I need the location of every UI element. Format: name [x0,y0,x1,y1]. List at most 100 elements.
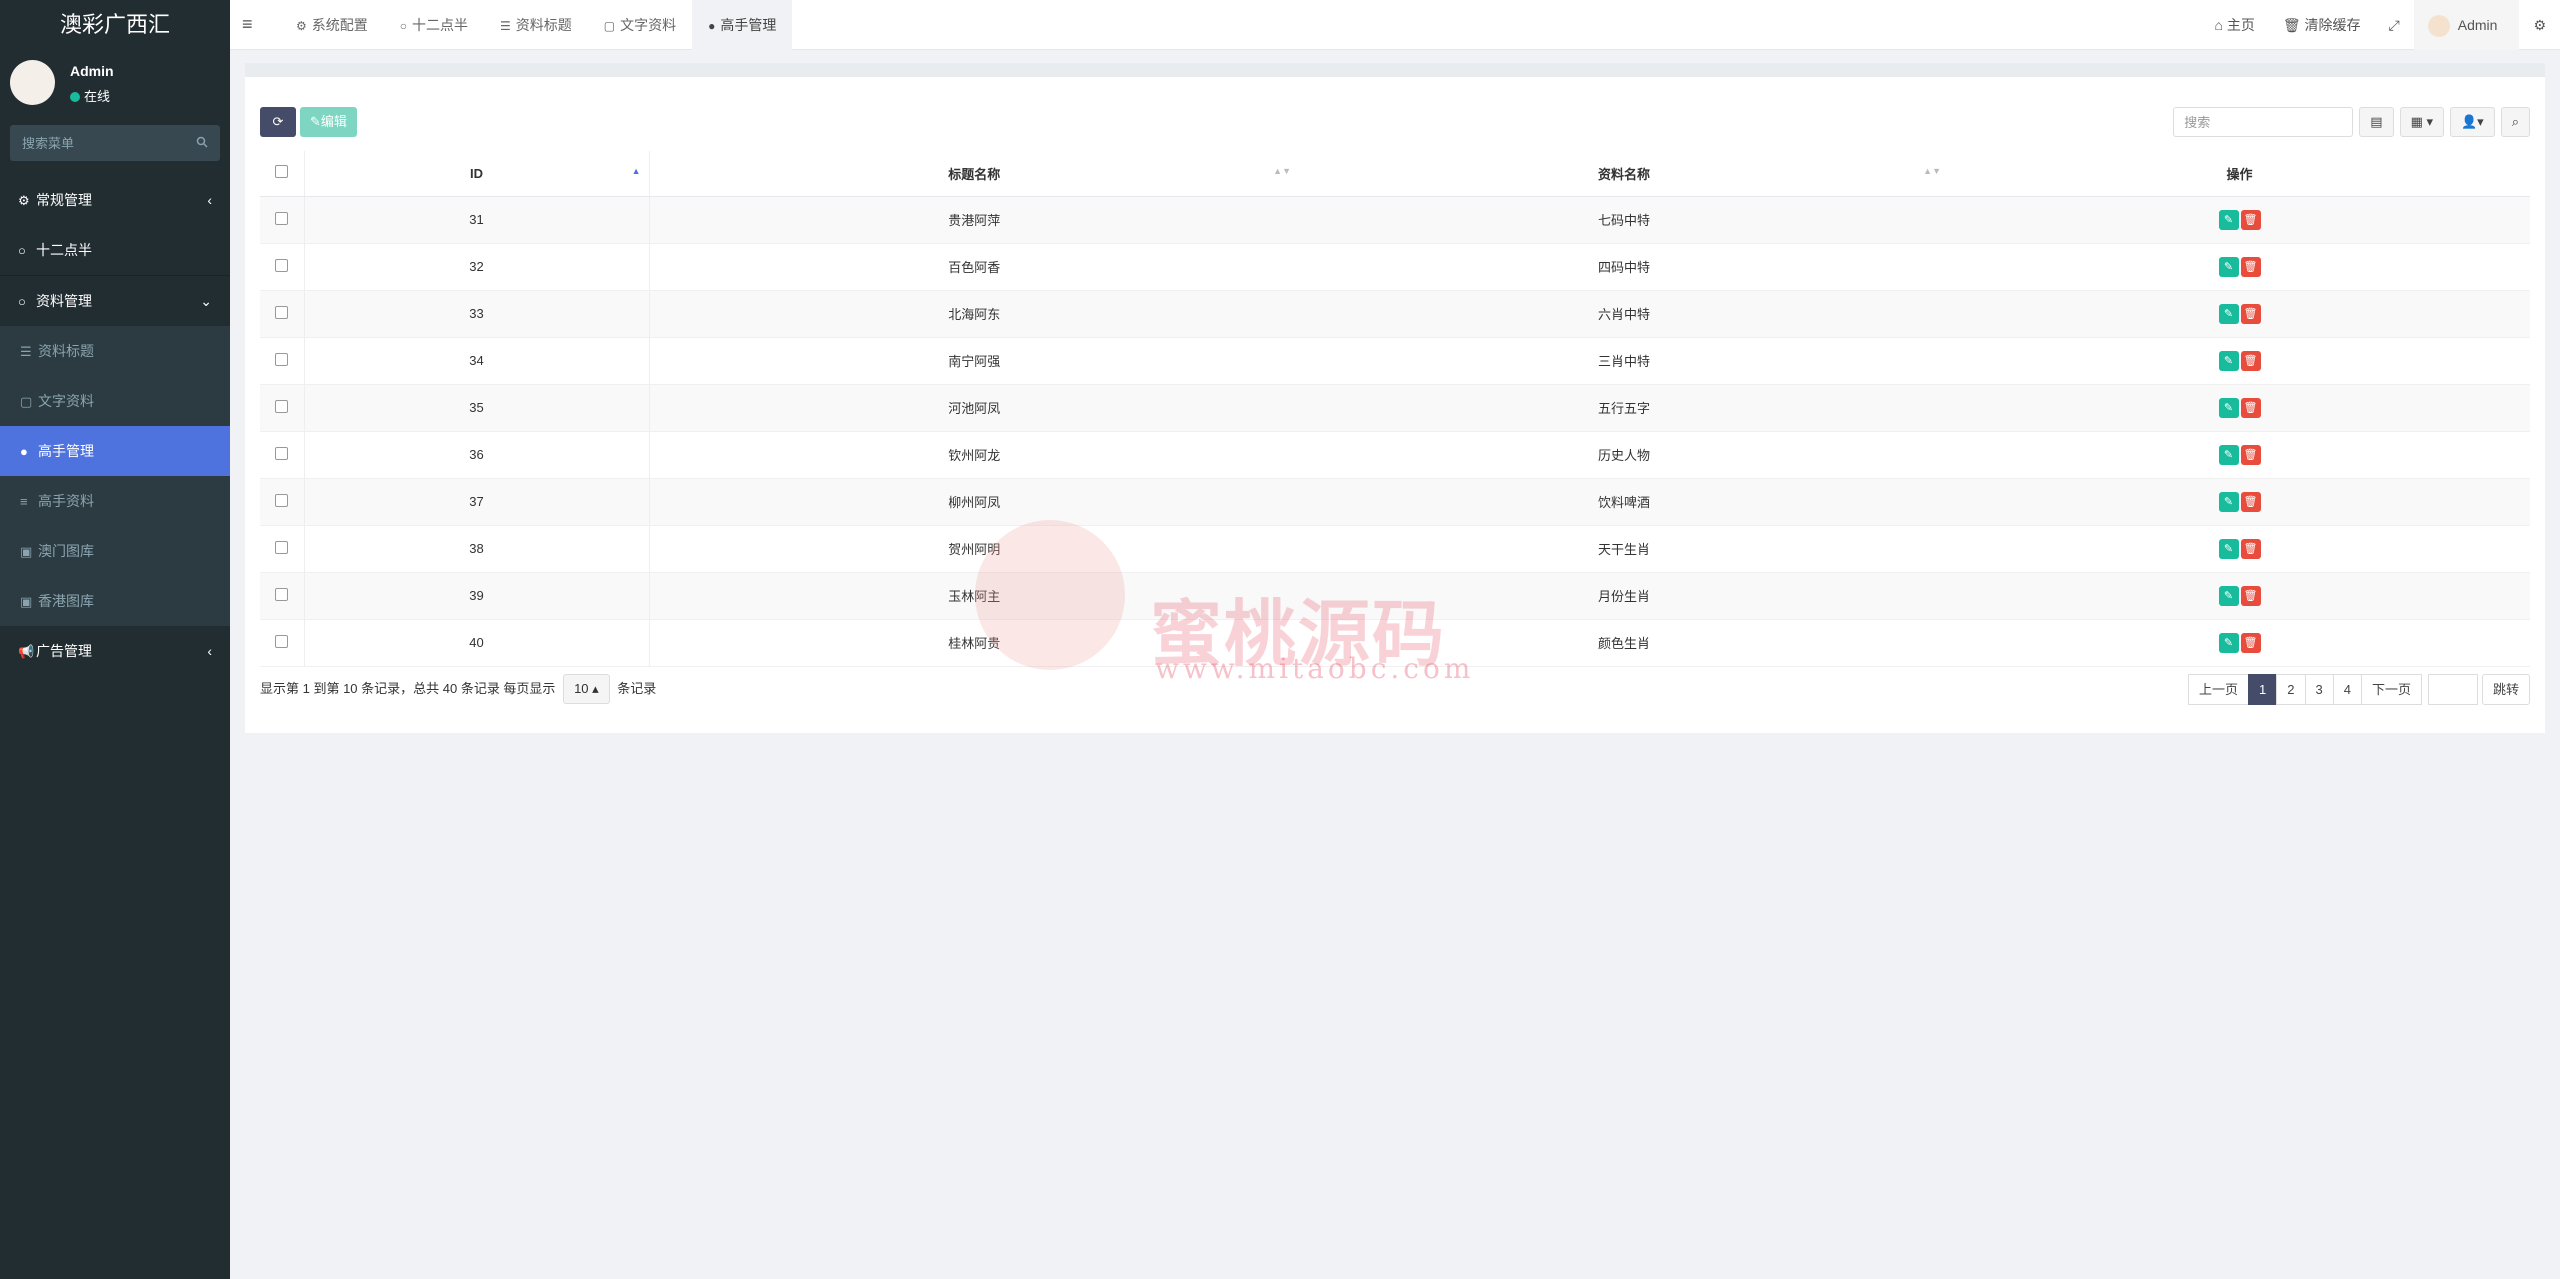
select-all-checkbox[interactable] [275,165,289,179]
admin-menu[interactable]: Admin [2413,0,2520,50]
tab-system-config[interactable]: ⚙ 系统配置 [280,0,384,50]
tab-twelve-half[interactable]: ○ 十二点半 [384,0,484,50]
avatar [2427,15,2450,38]
home-link[interactable]: ⌂ 主页 [2201,0,2269,50]
user-icon: ● [708,19,716,33]
menu-toggle-icon[interactable]: ≡ [242,14,253,35]
page-1-button[interactable]: 1 [2248,674,2278,705]
table-search-input[interactable] [2173,107,2354,137]
cell-id: 37 [304,478,650,526]
clear-cache-button[interactable]: 🗑 清除缓存 [2269,0,2375,50]
table-row[interactable]: 35 河池阿凤 五行五字 ✎ 🗑 [260,384,2530,432]
top-header: ≡ ⚙ 系统配置 ○ 十二点半 ☰ 资料标题 ▢ 文字资料 ● 高手管理 ⌂ 主页 🗑 清… [230,0,2560,50]
table-row[interactable]: 31 贵港阿萍 七码中特 ✎ 🗑 [260,196,2530,244]
menu-search-input[interactable] [10,125,220,161]
sidebar-item-general[interactable]: ⚙ 常规管理 ‹ [0,175,230,225]
row-edit-button[interactable]: ✎ [2218,397,2239,418]
row-checkbox[interactable] [275,399,289,413]
jump-button[interactable]: 跳转 [2481,674,2530,705]
jump-page-input[interactable] [2427,674,2478,705]
sidebar-item-data-title[interactable]: ☰ 资料标题 [0,326,230,376]
sidebar-item-expert-data[interactable]: ≡ 高手资料 [0,476,230,526]
page-size-select[interactable]: 10 ▴ [563,674,610,704]
row-delete-button[interactable]: 🗑 [2240,585,2261,606]
cell-id: 39 [304,572,650,620]
row-checkbox[interactable] [275,540,289,554]
next-page-button[interactable]: 下一页 [2360,674,2422,705]
row-delete-button[interactable]: 🗑 [2240,444,2261,465]
sidebar-item-hk-gallery[interactable]: ▣ 香港图库 [0,576,230,626]
row-checkbox[interactable] [275,258,289,272]
table-row[interactable]: 36 钦州阿龙 历史人物 ✎ 🗑 [260,431,2530,479]
tab-expert-management[interactable]: ● 高手管理 [692,0,793,50]
sort-asc-icon: ▲ [631,166,641,176]
cell-id: 31 [304,196,650,244]
edit-button[interactable]: ✎编辑 [300,107,357,137]
sidebar-item-expert-management[interactable]: ● 高手管理 [0,426,230,476]
tab-text-data[interactable]: ▢ 文字资料 [588,0,692,50]
page-3-button[interactable]: 3 [2304,674,2334,705]
table-row[interactable]: 38 贺州阿明 天干生肖 ✎ 🗑 [260,525,2530,573]
table-row[interactable]: 33 北海阿东 六肖中特 ✎ 🗑 [260,290,2530,338]
sidebar-item-ads[interactable]: 📢 广告管理 ‹ [0,626,230,676]
row-delete-button[interactable]: 🗑 [2240,303,2261,324]
row-checkbox[interactable] [275,211,289,225]
column-header-info[interactable]: 资料名称 ▲▼ [1299,151,1949,197]
search-icon[interactable] [196,135,208,153]
page-4-button[interactable]: 4 [2332,674,2362,705]
app-logo[interactable]: 澳彩广西汇 [0,0,230,50]
row-edit-button[interactable]: ✎ [2218,444,2239,465]
row-checkbox[interactable] [275,446,289,460]
row-delete-button[interactable]: 🗑 [2240,632,2261,653]
table-row[interactable]: 32 百色阿香 四码中特 ✎ 🗑 [260,243,2530,291]
table-row[interactable]: 34 南宁阿强 三肖中特 ✎ 🗑 [260,337,2530,385]
table-toolbar: ⟳ ✎编辑 [260,107,357,137]
settings-button[interactable]: ⚙ [2519,0,2560,50]
row-checkbox[interactable] [275,352,289,366]
prev-page-button[interactable]: 上一页 [2188,674,2250,705]
fullscreen-button[interactable]: ⤢ [2375,0,2414,50]
sidebar-item-twelve-half[interactable]: ○ 十二点半 [0,225,230,275]
cell-info: 天干生肖 [1299,525,1949,573]
table-row[interactable]: 37 柳州阿凤 饮料啤酒 ✎ 🗑 [260,478,2530,526]
advanced-search-button[interactable]: ⌕ [2500,107,2530,137]
row-checkbox[interactable] [275,493,289,507]
user-export-icon: 👤▾ [2461,114,2484,129]
row-delete-button[interactable]: 🗑 [2240,256,2261,277]
row-delete-button[interactable]: 🗑 [2240,397,2261,418]
row-delete-button[interactable]: 🗑 [2240,538,2261,559]
user-name: Admin [70,63,114,79]
sort-icon: ▲▼ [1923,166,1941,176]
image-icon: ▣ [20,594,33,609]
row-edit-button[interactable]: ✎ [2218,491,2239,512]
row-edit-button[interactable]: ✎ [2218,632,2239,653]
toggle-view-button[interactable]: ▤ [2359,107,2394,137]
row-edit-button[interactable]: ✎ [2218,256,2239,277]
row-delete-button[interactable]: 🗑 [2240,491,2261,512]
column-header-title[interactable]: 标题名称 ▲▼ [649,151,1299,197]
export-button[interactable]: 👤▾ [2450,107,2495,137]
row-checkbox[interactable] [275,587,289,601]
cell-actions: ✎ 🗑 [1949,431,2530,479]
columns-button[interactable]: ▦ ▾ [2399,107,2444,137]
row-edit-button[interactable]: ✎ [2218,303,2239,324]
cell-title: 南宁阿强 [649,337,1299,385]
row-checkbox[interactable] [275,634,289,648]
tab-data-title[interactable]: ☰ 资料标题 [484,0,588,50]
page-2-button[interactable]: 2 [2276,674,2306,705]
grid-icon: ▦ ▾ [2410,114,2433,129]
row-edit-button[interactable]: ✎ [2218,350,2239,371]
refresh-button[interactable]: ⟳ [260,107,296,137]
row-checkbox[interactable] [275,305,289,319]
cell-info: 历史人物 [1299,431,1949,479]
bullhorn-icon: 📢 [18,644,35,659]
sidebar-item-data-management[interactable]: ○ 资料管理 ⌄ [0,276,230,326]
row-delete-button[interactable]: 🗑 [2240,209,2261,230]
column-header-id[interactable]: ID ▲ [304,151,650,197]
sidebar-item-text-data[interactable]: ▢ 文字资料 [0,376,230,426]
row-edit-button[interactable]: ✎ [2218,538,2239,559]
sidebar-item-macau-gallery[interactable]: ▣ 澳门图库 [0,526,230,576]
row-delete-button[interactable]: 🗑 [2240,350,2261,371]
row-edit-button[interactable]: ✎ [2218,209,2239,230]
row-edit-button[interactable]: ✎ [2218,585,2239,606]
